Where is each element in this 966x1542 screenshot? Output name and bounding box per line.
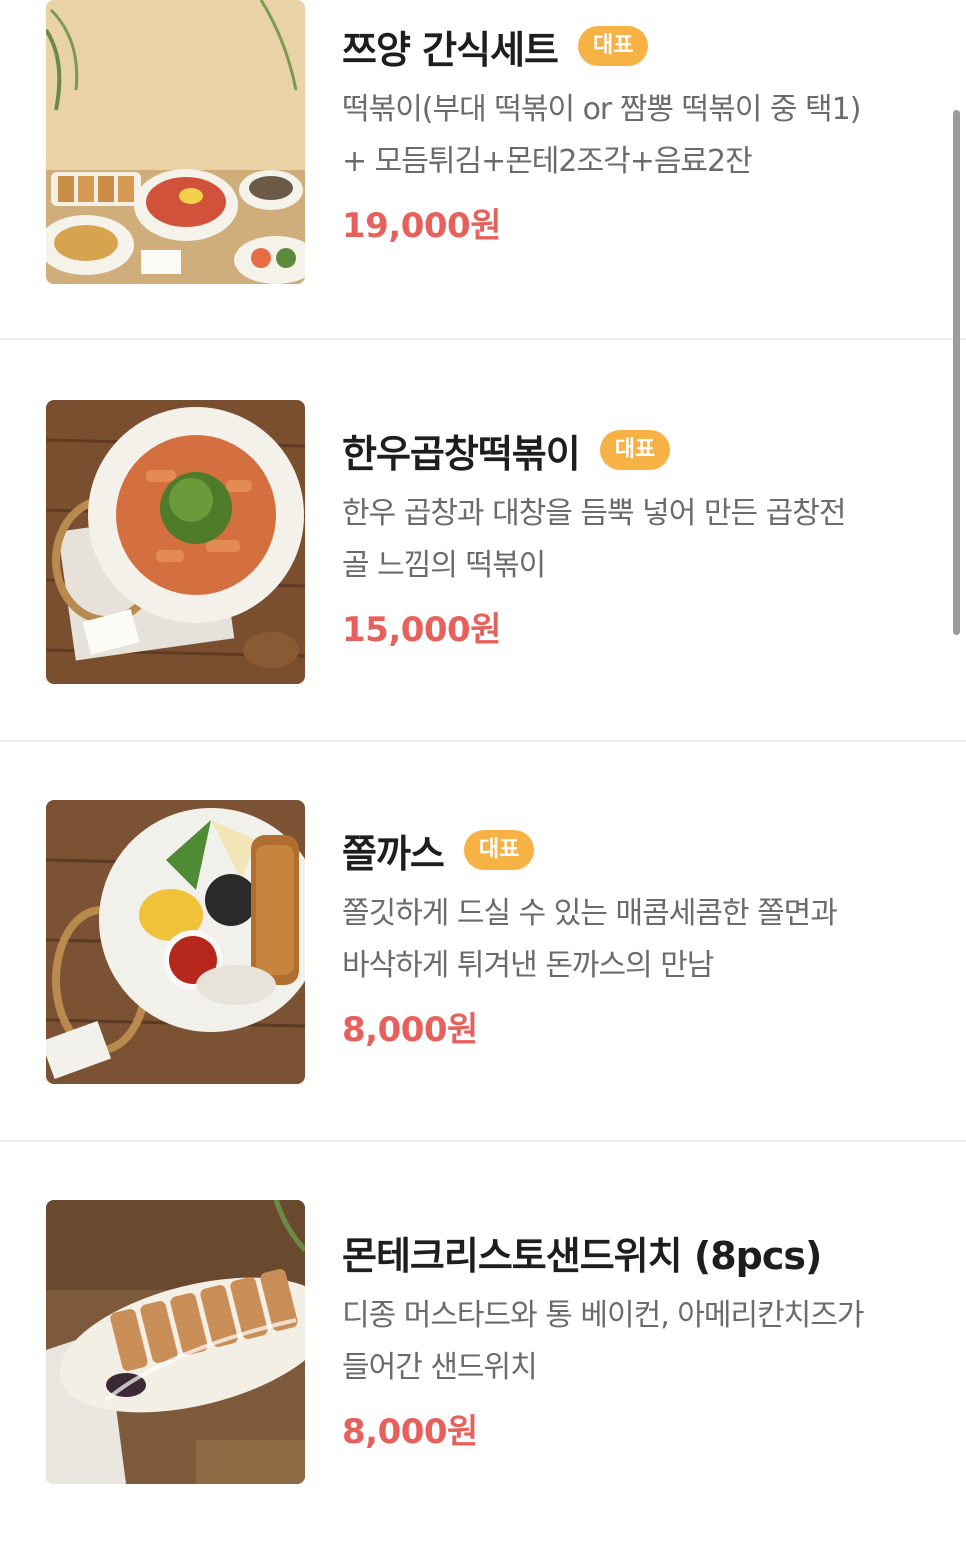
menu-item[interactable]: 쫄까스 대표 쫄깃하게 드실 수 있는 매콤세콤한 쫄면과 바삭하게 튀겨낸 돈… bbox=[0, 742, 966, 1142]
menu-item-price: 15,000원 bbox=[342, 610, 501, 650]
menu-item-description: 쫄깃하게 드실 수 있는 매콤세콤한 쫄면과 바삭하게 튀겨낸 돈까스의 만남 bbox=[342, 896, 838, 983]
menu-item-description: 떡볶이(부대 떡볶이 or 짬뽕 떡볶이 중 택1) + 모듬튀김+몬테2조각+… bbox=[342, 92, 861, 179]
food-photo-monte-cristo bbox=[46, 1200, 305, 1484]
food-photo-snack-set bbox=[46, 0, 305, 284]
menu-item-price: 19,000원 bbox=[342, 206, 501, 246]
signature-badge: 대표 bbox=[578, 26, 649, 66]
menu-item-description: 디종 머스타드와 통 베이컨, 아메리칸치즈가 들어간 샌드위치 bbox=[342, 1298, 864, 1385]
menu-item-title: 쫄까스 bbox=[342, 831, 445, 876]
food-photo-gopchang-tteokbokki bbox=[46, 400, 305, 684]
menu-item-price: 8,000원 bbox=[342, 1412, 478, 1452]
menu-item[interactable]: 쯔양 간식세트 대표 떡볶이(부대 떡볶이 or 짬뽕 떡볶이 중 택1) + … bbox=[0, 0, 966, 340]
food-photo-jjolkkaseu bbox=[46, 800, 305, 1084]
item-divider bbox=[0, 338, 966, 340]
menu-item-title: 쯔양 간식세트 bbox=[342, 27, 559, 72]
menu-item[interactable]: 몬테크리스토샌드위치 (8pcs) 디종 머스타드와 통 베이컨, 아메리칸치즈… bbox=[0, 1142, 966, 1542]
menu-item-title: 한우곱창떡볶이 bbox=[342, 431, 581, 476]
menu-item-price: 8,000원 bbox=[342, 1010, 478, 1050]
signature-badge: 대표 bbox=[599, 430, 671, 470]
scrollbar[interactable] bbox=[953, 110, 960, 635]
menu-list: 쯔양 간식세트 대표 떡볶이(부대 떡볶이 or 짬뽕 떡볶이 중 택1) + … bbox=[0, 0, 966, 1484]
signature-badge: 대표 bbox=[463, 830, 535, 870]
menu-item[interactable]: 한우곱창떡볶이 대표 한우 곱창과 대창을 듬뿍 넣어 만든 곱창전 골 느낌의… bbox=[0, 342, 966, 742]
menu-item-title: 몬테크리스토샌드위치 (8pcs) bbox=[342, 1233, 822, 1278]
menu-item-description: 한우 곱창과 대창을 듬뿍 넣어 만든 곱창전 골 느낌의 떡볶이 bbox=[342, 496, 846, 583]
